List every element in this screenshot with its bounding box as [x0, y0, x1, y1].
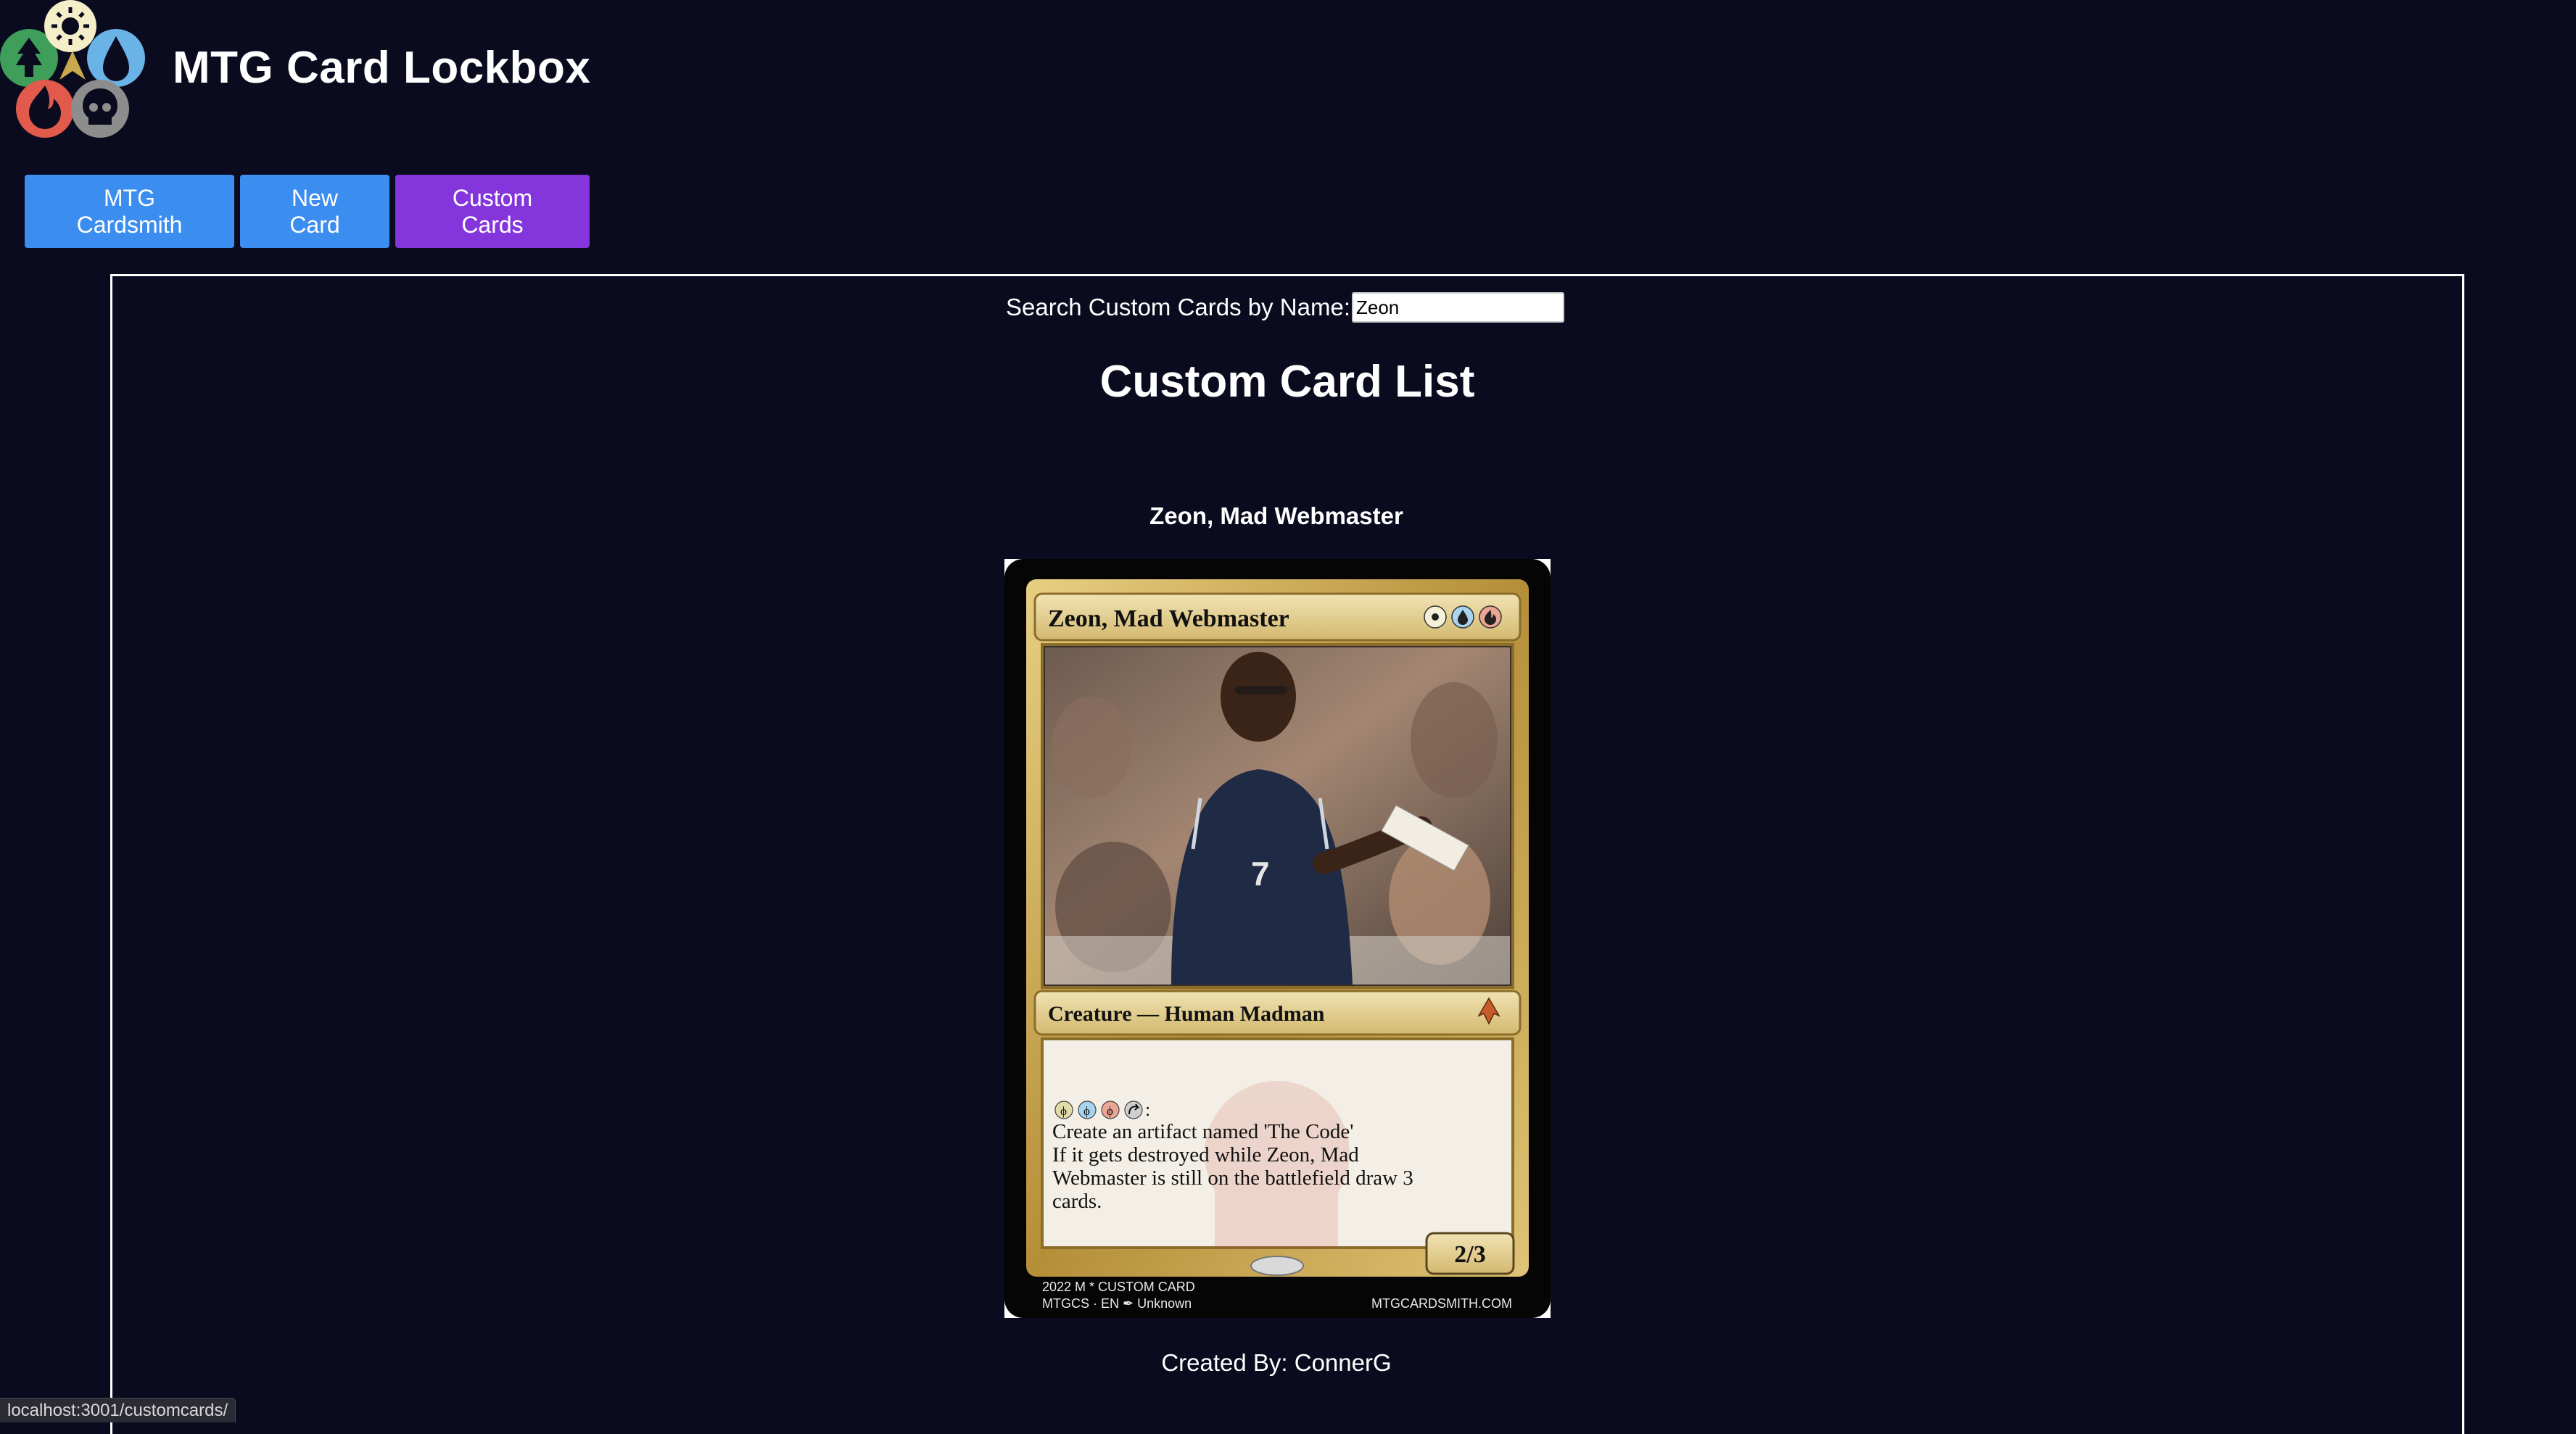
search-label: Search Custom Cards by Name: — [1005, 294, 1350, 320]
main-nav: MTG Cardsmith New Card Custom Cards — [25, 175, 590, 248]
nav-custom-cards-button[interactable]: Custom Cards — [395, 175, 590, 248]
app-title: MTG Card Lockbox — [173, 43, 591, 93]
svg-text:7: 7 — [1251, 855, 1270, 892]
card-footer-right: MTGCARDSMITH.COM — [1371, 1296, 1512, 1311]
card-footer-left-2: MTGCS · EN ✒ Unknown — [1042, 1296, 1192, 1311]
svg-text:ϕ: ϕ — [1107, 1104, 1113, 1118]
card-title-text: Zeon, Mad Webmaster — [1048, 605, 1289, 632]
page-title: Custom Card List — [1099, 357, 1475, 407]
svg-text:ϕ: ϕ — [1060, 1104, 1067, 1118]
svg-text::: : — [1145, 1099, 1150, 1120]
custom-cards-panel: Search Custom Cards by Name: Custom Card… — [110, 274, 2464, 1434]
search-input[interactable] — [1352, 292, 1564, 323]
mtg-five-color-mana-logo-icon[interactable] — [0, 0, 145, 142]
app-header: MTG Card Lockbox — [0, 0, 2576, 145]
card-image-render: Zeon, Mad Webmaster 7 Creature — Human M… — [1004, 559, 1551, 1318]
card-type-line: Creature — Human Madman — [1048, 1002, 1325, 1026]
nav-mtg-cardsmith-button[interactable]: MTG Cardsmith — [25, 175, 234, 248]
nav-new-card-button[interactable]: New Card — [240, 175, 389, 248]
svg-text:ϕ: ϕ — [1083, 1104, 1090, 1118]
card-footer-left-1: 2022 M * CUSTOM CARD — [1042, 1280, 1195, 1294]
mana-cost — [1424, 605, 1502, 629]
card-created-by: Created By: ConnerG — [1161, 1349, 1392, 1376]
search-row: Search Custom Cards by Name: — [112, 292, 2462, 323]
card-name-heading: Zeon, Mad Webmaster — [1149, 502, 1403, 529]
status-bar-url: localhost:3001/customcards/ — [0, 1398, 236, 1422]
card-image[interactable]: Zeon, Mad Webmaster 7 Creature — Human M… — [1004, 559, 1551, 1318]
card-art: 7 — [1045, 647, 1510, 985]
tap-symbol-icon — [1124, 1101, 1143, 1119]
holo-stamp-icon — [1250, 1256, 1304, 1276]
power-toughness: 2/3 — [1454, 1241, 1485, 1268]
